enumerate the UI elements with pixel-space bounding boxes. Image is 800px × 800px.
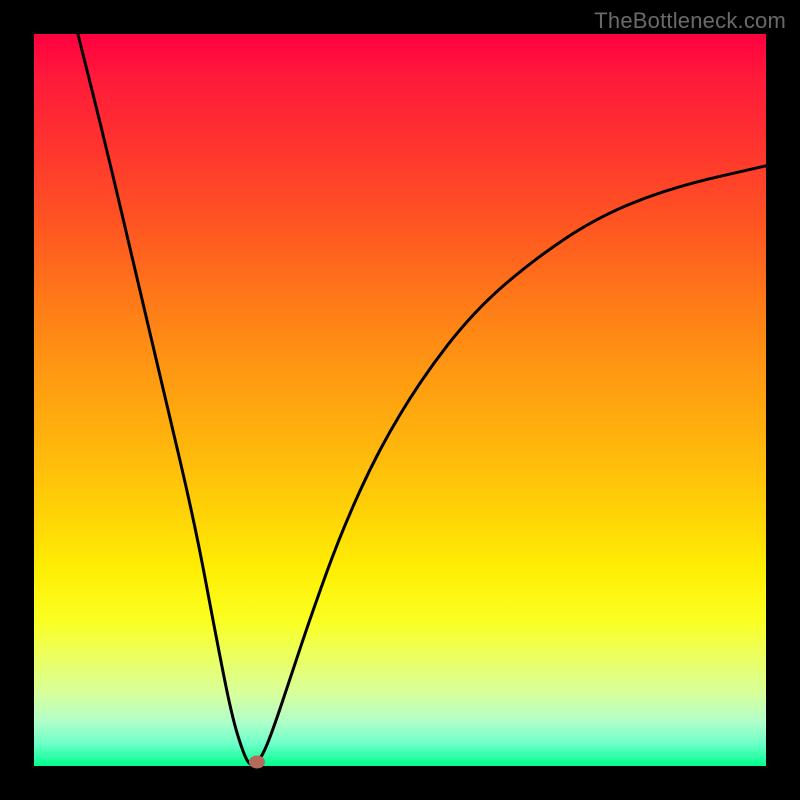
- curve-layer: [34, 34, 766, 766]
- plot-area: [34, 34, 766, 766]
- chart-container: TheBottleneck.com: [0, 0, 800, 800]
- minimum-marker: [249, 756, 265, 769]
- watermark-text: TheBottleneck.com: [594, 8, 786, 34]
- bottleneck-curve: [78, 34, 766, 765]
